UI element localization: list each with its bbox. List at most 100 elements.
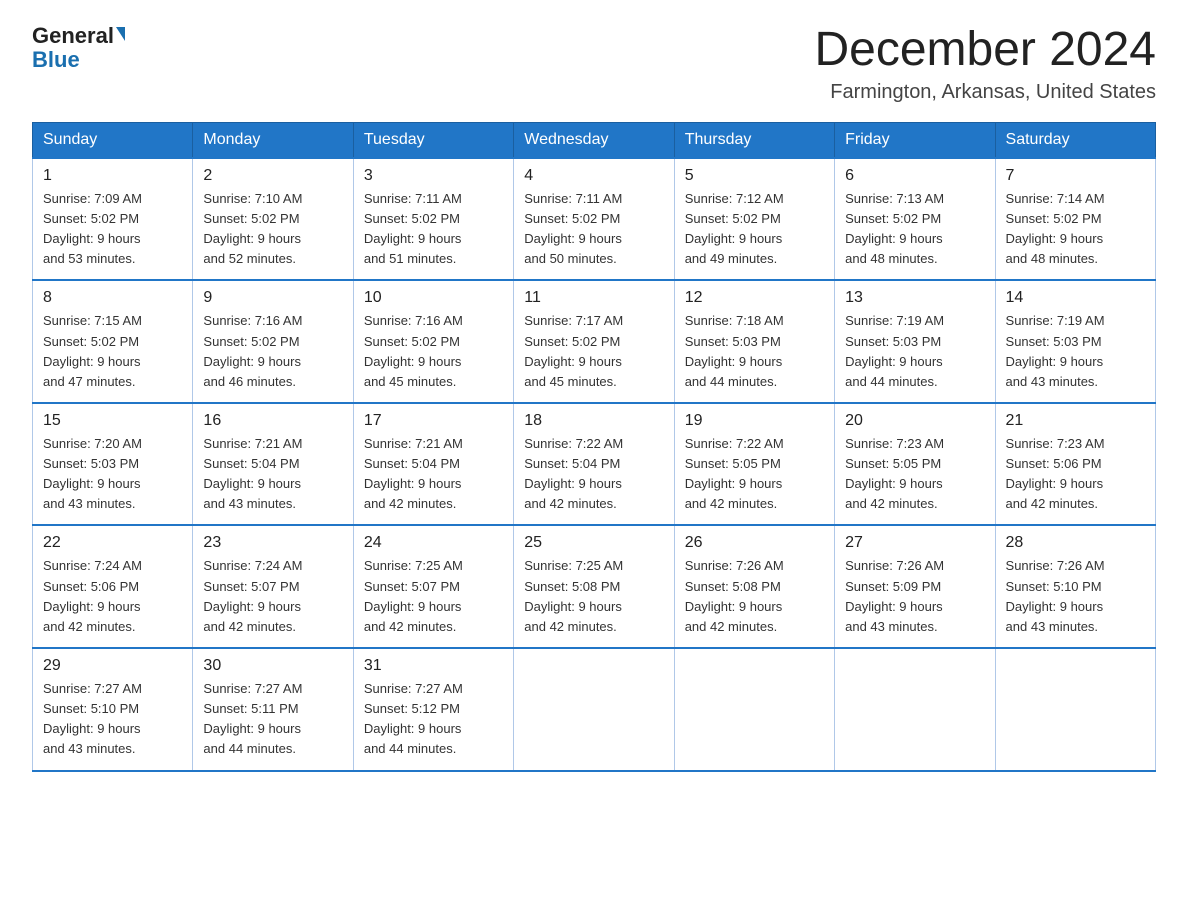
day-number: 24: [364, 534, 503, 552]
calendar-cell: [514, 648, 674, 771]
day-number: 20: [845, 412, 984, 430]
logo-general-text: General: [32, 24, 114, 48]
day-info: Sunrise: 7:26 AM Sunset: 5:08 PM Dayligh…: [685, 556, 824, 637]
calendar-week-row: 8 Sunrise: 7:15 AM Sunset: 5:02 PM Dayli…: [33, 280, 1156, 403]
day-number: 18: [524, 412, 663, 430]
day-info: Sunrise: 7:16 AM Sunset: 5:02 PM Dayligh…: [364, 311, 503, 392]
calendar-cell: 18 Sunrise: 7:22 AM Sunset: 5:04 PM Dayl…: [514, 403, 674, 526]
day-number: 31: [364, 657, 503, 675]
calendar-cell: 4 Sunrise: 7:11 AM Sunset: 5:02 PM Dayli…: [514, 158, 674, 281]
day-info: Sunrise: 7:25 AM Sunset: 5:07 PM Dayligh…: [364, 556, 503, 637]
day-number: 29: [43, 657, 182, 675]
day-info: Sunrise: 7:09 AM Sunset: 5:02 PM Dayligh…: [43, 189, 182, 270]
calendar-cell: 23 Sunrise: 7:24 AM Sunset: 5:07 PM Dayl…: [193, 525, 353, 648]
calendar-cell: 24 Sunrise: 7:25 AM Sunset: 5:07 PM Dayl…: [353, 525, 513, 648]
calendar-cell: 22 Sunrise: 7:24 AM Sunset: 5:06 PM Dayl…: [33, 525, 193, 648]
calendar-cell: 10 Sunrise: 7:16 AM Sunset: 5:02 PM Dayl…: [353, 280, 513, 403]
location-title: Farmington, Arkansas, United States: [814, 81, 1156, 104]
calendar-cell: 5 Sunrise: 7:12 AM Sunset: 5:02 PM Dayli…: [674, 158, 834, 281]
calendar-cell: 30 Sunrise: 7:27 AM Sunset: 5:11 PM Dayl…: [193, 648, 353, 771]
day-number: 25: [524, 534, 663, 552]
day-info: Sunrise: 7:22 AM Sunset: 5:04 PM Dayligh…: [524, 434, 663, 515]
calendar-cell: 1 Sunrise: 7:09 AM Sunset: 5:02 PM Dayli…: [33, 158, 193, 281]
calendar-cell: 28 Sunrise: 7:26 AM Sunset: 5:10 PM Dayl…: [995, 525, 1155, 648]
day-number: 4: [524, 167, 663, 185]
day-info: Sunrise: 7:14 AM Sunset: 5:02 PM Dayligh…: [1006, 189, 1145, 270]
day-info: Sunrise: 7:10 AM Sunset: 5:02 PM Dayligh…: [203, 189, 342, 270]
day-number: 3: [364, 167, 503, 185]
day-number: 11: [524, 289, 663, 307]
calendar-header-monday: Monday: [193, 122, 353, 158]
calendar-cell: 15 Sunrise: 7:20 AM Sunset: 5:03 PM Dayl…: [33, 403, 193, 526]
day-info: Sunrise: 7:17 AM Sunset: 5:02 PM Dayligh…: [524, 311, 663, 392]
calendar-cell: 20 Sunrise: 7:23 AM Sunset: 5:05 PM Dayl…: [835, 403, 995, 526]
day-number: 16: [203, 412, 342, 430]
calendar-cell: 17 Sunrise: 7:21 AM Sunset: 5:04 PM Dayl…: [353, 403, 513, 526]
day-info: Sunrise: 7:18 AM Sunset: 5:03 PM Dayligh…: [685, 311, 824, 392]
day-number: 22: [43, 534, 182, 552]
day-number: 5: [685, 167, 824, 185]
day-info: Sunrise: 7:26 AM Sunset: 5:10 PM Dayligh…: [1006, 556, 1145, 637]
calendar-cell: 6 Sunrise: 7:13 AM Sunset: 5:02 PM Dayli…: [835, 158, 995, 281]
calendar-cell: [674, 648, 834, 771]
day-info: Sunrise: 7:23 AM Sunset: 5:06 PM Dayligh…: [1006, 434, 1145, 515]
calendar-cell: 26 Sunrise: 7:26 AM Sunset: 5:08 PM Dayl…: [674, 525, 834, 648]
calendar-header-tuesday: Tuesday: [353, 122, 513, 158]
calendar-header-wednesday: Wednesday: [514, 122, 674, 158]
calendar-cell: 12 Sunrise: 7:18 AM Sunset: 5:03 PM Dayl…: [674, 280, 834, 403]
calendar-cell: 21 Sunrise: 7:23 AM Sunset: 5:06 PM Dayl…: [995, 403, 1155, 526]
page-header: General Blue December 2024 Farmington, A…: [32, 24, 1156, 104]
day-info: Sunrise: 7:20 AM Sunset: 5:03 PM Dayligh…: [43, 434, 182, 515]
day-info: Sunrise: 7:11 AM Sunset: 5:02 PM Dayligh…: [364, 189, 503, 270]
day-number: 26: [685, 534, 824, 552]
calendar-cell: 19 Sunrise: 7:22 AM Sunset: 5:05 PM Dayl…: [674, 403, 834, 526]
calendar-cell: 31 Sunrise: 7:27 AM Sunset: 5:12 PM Dayl…: [353, 648, 513, 771]
calendar-cell: 2 Sunrise: 7:10 AM Sunset: 5:02 PM Dayli…: [193, 158, 353, 281]
day-info: Sunrise: 7:21 AM Sunset: 5:04 PM Dayligh…: [364, 434, 503, 515]
day-number: 23: [203, 534, 342, 552]
calendar-header-saturday: Saturday: [995, 122, 1155, 158]
day-info: Sunrise: 7:13 AM Sunset: 5:02 PM Dayligh…: [845, 189, 984, 270]
calendar-cell: 29 Sunrise: 7:27 AM Sunset: 5:10 PM Dayl…: [33, 648, 193, 771]
day-number: 13: [845, 289, 984, 307]
calendar-cell: 25 Sunrise: 7:25 AM Sunset: 5:08 PM Dayl…: [514, 525, 674, 648]
day-info: Sunrise: 7:27 AM Sunset: 5:12 PM Dayligh…: [364, 679, 503, 760]
day-number: 21: [1006, 412, 1145, 430]
day-number: 10: [364, 289, 503, 307]
calendar-cell: 3 Sunrise: 7:11 AM Sunset: 5:02 PM Dayli…: [353, 158, 513, 281]
calendar-cell: 13 Sunrise: 7:19 AM Sunset: 5:03 PM Dayl…: [835, 280, 995, 403]
day-info: Sunrise: 7:24 AM Sunset: 5:07 PM Dayligh…: [203, 556, 342, 637]
day-info: Sunrise: 7:22 AM Sunset: 5:05 PM Dayligh…: [685, 434, 824, 515]
day-info: Sunrise: 7:27 AM Sunset: 5:11 PM Dayligh…: [203, 679, 342, 760]
calendar-week-row: 15 Sunrise: 7:20 AM Sunset: 5:03 PM Dayl…: [33, 403, 1156, 526]
calendar-table: SundayMondayTuesdayWednesdayThursdayFrid…: [32, 122, 1156, 772]
calendar-cell: 8 Sunrise: 7:15 AM Sunset: 5:02 PM Dayli…: [33, 280, 193, 403]
calendar-cell: 7 Sunrise: 7:14 AM Sunset: 5:02 PM Dayli…: [995, 158, 1155, 281]
day-info: Sunrise: 7:21 AM Sunset: 5:04 PM Dayligh…: [203, 434, 342, 515]
day-number: 8: [43, 289, 182, 307]
day-number: 6: [845, 167, 984, 185]
title-block: December 2024 Farmington, Arkansas, Unit…: [814, 24, 1156, 104]
day-number: 27: [845, 534, 984, 552]
day-number: 2: [203, 167, 342, 185]
day-info: Sunrise: 7:16 AM Sunset: 5:02 PM Dayligh…: [203, 311, 342, 392]
day-number: 17: [364, 412, 503, 430]
calendar-cell: 11 Sunrise: 7:17 AM Sunset: 5:02 PM Dayl…: [514, 280, 674, 403]
logo-triangle-icon: [116, 27, 125, 41]
day-number: 9: [203, 289, 342, 307]
day-number: 7: [1006, 167, 1145, 185]
day-number: 19: [685, 412, 824, 430]
calendar-week-row: 29 Sunrise: 7:27 AM Sunset: 5:10 PM Dayl…: [33, 648, 1156, 771]
day-number: 15: [43, 412, 182, 430]
day-number: 1: [43, 167, 182, 185]
calendar-header-sunday: Sunday: [33, 122, 193, 158]
calendar-header-thursday: Thursday: [674, 122, 834, 158]
day-info: Sunrise: 7:24 AM Sunset: 5:06 PM Dayligh…: [43, 556, 182, 637]
day-number: 12: [685, 289, 824, 307]
month-title: December 2024: [814, 24, 1156, 77]
logo: General Blue: [32, 24, 125, 72]
calendar-cell: [835, 648, 995, 771]
calendar-cell: 14 Sunrise: 7:19 AM Sunset: 5:03 PM Dayl…: [995, 280, 1155, 403]
calendar-cell: 9 Sunrise: 7:16 AM Sunset: 5:02 PM Dayli…: [193, 280, 353, 403]
logo-blue-text: Blue: [32, 47, 80, 72]
